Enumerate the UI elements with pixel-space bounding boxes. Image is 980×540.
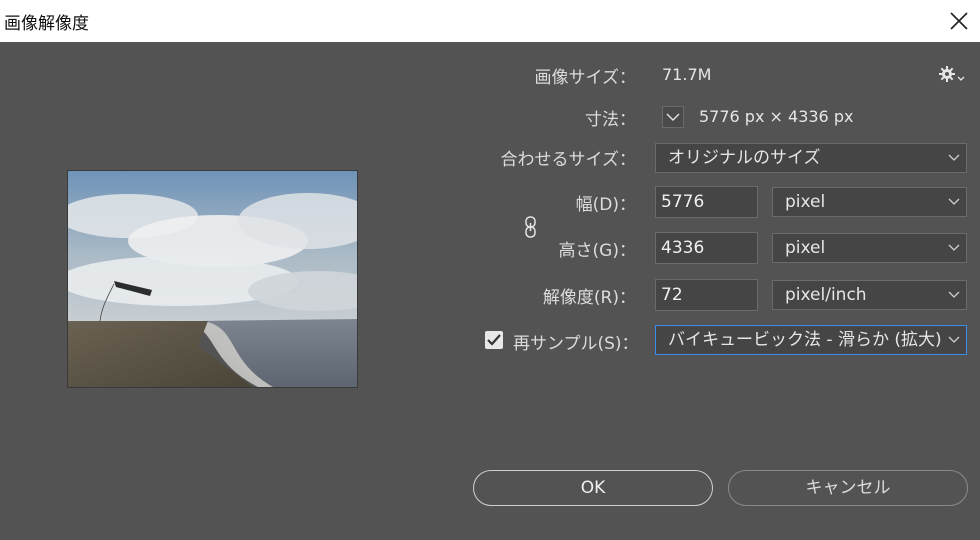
close-icon[interactable] [946, 8, 972, 34]
image-preview[interactable] [67, 170, 358, 388]
fit-to-selected: オリジナルのサイズ [668, 148, 821, 168]
resample-checkbox[interactable] [485, 331, 503, 349]
chevron-down-icon [948, 336, 960, 343]
fit-to-label: 合わせるサイズ： [500, 150, 637, 170]
resolution-label: 解像度(R)： [542, 288, 636, 308]
resolution-unit: pixel/inch [785, 285, 867, 305]
chevron-down-icon [948, 198, 960, 205]
window-title: 画像解像度 [4, 14, 89, 34]
chevron-down-icon [948, 291, 960, 298]
chevron-down-icon [948, 154, 960, 161]
chevron-down-icon [948, 244, 960, 251]
resample-method-select[interactable]: バイキュービック法 - 滑らか (拡大) [655, 325, 967, 355]
width-label: 幅(D)： [575, 195, 636, 215]
height-label: 高さ(G)： [558, 241, 636, 261]
dimensions-unit-toggle[interactable] [662, 106, 684, 128]
fit-to-select[interactable]: オリジナルのサイズ [655, 143, 967, 173]
image-size-dialog: 画像サイズ： 71.7M 寸法： 5776 px × 4336 px 合わせるサ… [0, 42, 980, 540]
height-unit: pixel [785, 238, 826, 258]
title-bar: 画像解像度 [0, 0, 980, 42]
width-input[interactable]: 5776 [655, 186, 758, 218]
dimensions-value: 5776 px × 4336 px [699, 107, 854, 126]
dimensions-label: 寸法： [585, 110, 636, 130]
check-icon [487, 334, 501, 346]
image-size-label: 画像サイズ： [534, 68, 637, 88]
resolution-unit-select[interactable]: pixel/inch [772, 280, 967, 310]
height-input[interactable]: 4336 [655, 232, 758, 264]
width-unit-select[interactable]: pixel [772, 187, 967, 217]
resolution-input[interactable]: 72 [655, 279, 758, 311]
cancel-button[interactable]: キャンセル [728, 470, 968, 506]
resample-label: 再サンプル(S)： [513, 334, 639, 354]
height-unit-select[interactable]: pixel [772, 233, 967, 263]
image-size-value: 71.7M [662, 65, 712, 84]
resample-method: バイキュービック法 - 滑らか (拡大) [668, 330, 942, 350]
width-unit: pixel [785, 192, 826, 212]
ok-button[interactable]: OK [473, 470, 713, 506]
gear-icon[interactable] [938, 64, 968, 84]
